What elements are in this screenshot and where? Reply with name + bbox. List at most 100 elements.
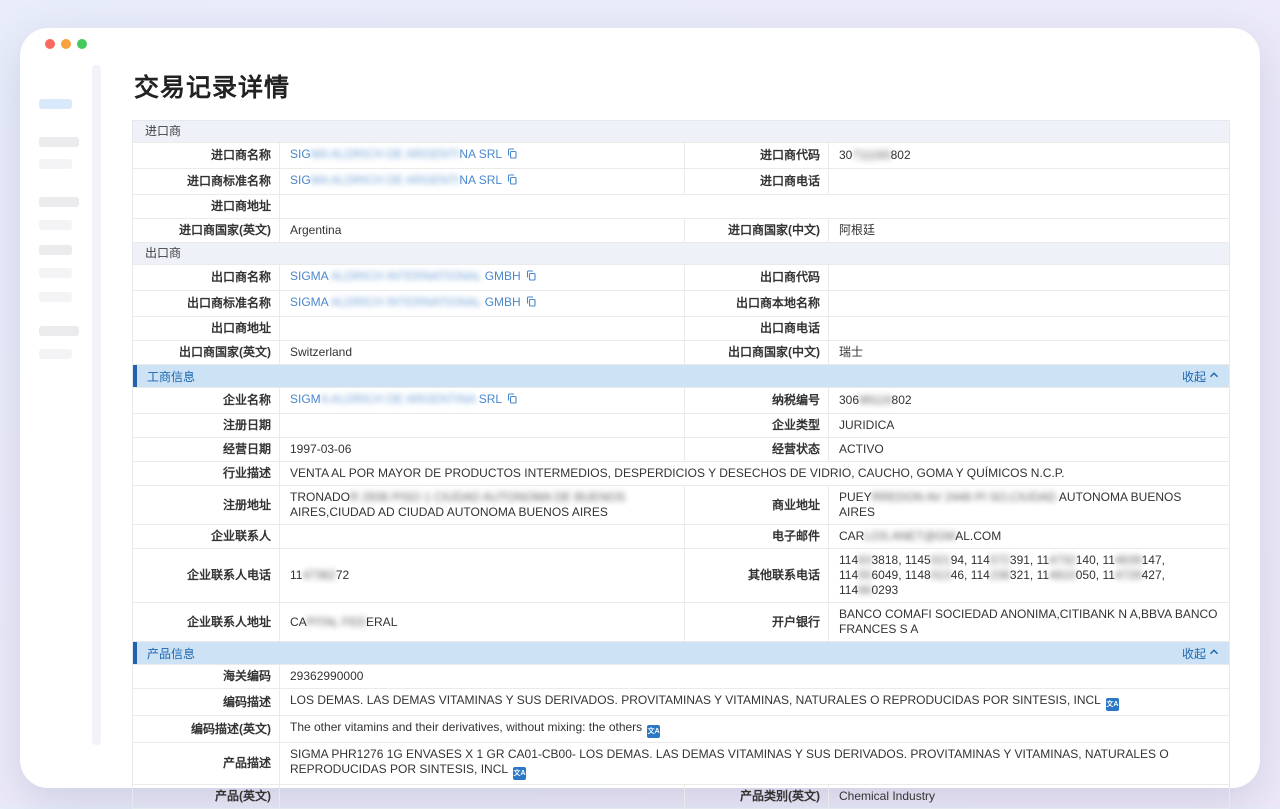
sidebar-placeholder-bar	[39, 268, 72, 278]
field-value: 114633818, 114502194, 114572391, 1147321…	[828, 549, 1229, 602]
redacted-text: LOS.ANET@GM	[864, 529, 955, 543]
field-value-text: 114633818, 114502194, 114572391, 1147321…	[839, 553, 1219, 598]
field-value-text: 1997-03-06	[290, 442, 351, 457]
value-part: TRONADO	[290, 490, 350, 504]
page-title: 交易记录详情	[134, 68, 1230, 104]
redacted-text: ALDRICH INTERNATIONAL	[328, 295, 481, 309]
redacted-text: MA ALDRICH DE ARGENTI	[311, 147, 460, 161]
field-label: 编码描述	[133, 689, 279, 715]
field-label-text: 注册地址	[223, 498, 271, 513]
value-part: 391, 11	[1010, 553, 1049, 567]
copy-icon[interactable]	[506, 147, 518, 164]
value-part: SIGM	[290, 392, 321, 406]
redacted-text: 711193	[852, 148, 890, 162]
value-part: 140, 11	[1076, 553, 1115, 567]
field-label: 注册日期	[133, 414, 279, 437]
table-row: 企业联系人地址CAPITAL FEDERAL开户银行BANCO COMAFI S…	[133, 602, 1229, 641]
field-label-text: 企业联系人地址	[187, 615, 271, 630]
value-part: SIGMA PHR1276 1G ENVASES X 1 GR CA01-CB0…	[290, 747, 1169, 776]
field-label-text: 电子邮件	[772, 529, 820, 544]
value-part: BANCO COMAFI SOCIEDAD ANONIMA,CITIBANK N…	[839, 607, 1218, 636]
sidebar-placeholder-bar	[39, 99, 72, 109]
field-value-text: Chemical Industry	[839, 789, 935, 804]
field-label: 行业描述	[133, 462, 279, 485]
redacted-text: 021	[931, 553, 951, 567]
collapse-button[interactable]: 收起	[1172, 365, 1229, 387]
field-label: 其他联系电话	[684, 549, 828, 602]
field-label-text: 编码描述	[223, 695, 271, 710]
field-label-text: 产品类别(英文)	[740, 789, 820, 804]
table-row: 注册地址 TRONADOR 2936 PISO 1 CIUDAD AUTONOMA…	[133, 485, 1229, 524]
field-label: 企业联系人	[133, 525, 279, 548]
redacted-text: 572	[990, 553, 1010, 567]
field-value: PUEYRREDON AV 2446 PI SO,CIUDAD AUTONOMA…	[828, 486, 1229, 524]
field-label: 商业地址	[684, 486, 828, 524]
field-value-text: VENTA AL POR MAYOR DE PRODUCTOS INTERMED…	[290, 466, 1065, 481]
value-part: 30	[839, 148, 852, 162]
copy-icon[interactable]	[525, 295, 537, 312]
redacted-text: PITAL FED	[307, 615, 366, 629]
value-part: 321, 11	[1010, 568, 1049, 582]
field-value: 30699119802	[828, 388, 1229, 413]
table-row: 进口商地址	[133, 194, 1229, 218]
company-link[interactable]: SIGMA ALDRICH DE ARGENTINA SRL	[290, 392, 518, 406]
field-label: 出口商代码	[684, 265, 828, 290]
table-row: 出口商国家(英文)Switzerland出口商国家(中文)瑞士	[133, 340, 1229, 364]
field-value-text: 30711193802	[839, 148, 911, 163]
section-title: 产品信息	[137, 642, 195, 664]
field-label-text: 企业类型	[772, 418, 820, 433]
field-value-text: 瑞士	[839, 345, 863, 360]
translate-icon[interactable]: 文A	[647, 725, 660, 738]
field-value-text: TRONADOR 2936 PISO 1 CIUDAD AUTONOMA DE …	[290, 490, 674, 520]
field-value	[279, 525, 684, 548]
field-label: 纳税编号	[684, 388, 828, 413]
translate-icon[interactable]: 文A	[1106, 698, 1119, 711]
value-part: 11	[290, 568, 302, 582]
field-label-text: 行业描述	[223, 466, 271, 481]
company-link[interactable]: SIGMA ALDRICH INTERNATIONAL GMBH	[290, 295, 537, 309]
value-part: 瑞士	[839, 345, 863, 359]
value-part: 6049, 1148	[872, 568, 931, 582]
table-row: 企业名称 SIGMA ALDRICH DE ARGENTINA SRL 纳税编号30…	[133, 387, 1229, 413]
field-value-text: PUEYRREDON AV 2446 PI SO,CIUDAD AUTONOMA…	[839, 490, 1219, 520]
value-part: 802	[891, 148, 911, 162]
copy-icon[interactable]	[506, 392, 518, 409]
field-label-text: 企业名称	[223, 393, 271, 408]
value-part: 94, 114	[951, 553, 990, 567]
field-value-text: CARLOS.ANET@GMAL.COM	[839, 529, 1001, 544]
translate-icon[interactable]: 文A	[513, 767, 526, 780]
field-value-text: SIGMA PHR1276 1G ENVASES X 1 GR CA01-CB0…	[290, 747, 1219, 780]
copy-icon[interactable]	[525, 269, 537, 286]
field-value	[279, 195, 1229, 218]
value-part: SRL	[479, 392, 502, 406]
field-value-text: 29362990000	[290, 669, 363, 684]
sidebar-placeholder-bar	[39, 159, 72, 169]
field-value: 29362990000	[279, 665, 1229, 688]
company-link[interactable]: SIGMA ALDRICH INTERNATIONAL GMBH	[290, 269, 537, 283]
redacted-text: 55	[858, 568, 871, 582]
field-label-text: 商业地址	[772, 498, 820, 513]
copy-icon[interactable]	[506, 173, 518, 190]
company-link[interactable]: SIGMA ALDRICH DE ARGENTINA SRL	[290, 173, 518, 187]
field-value-text: SIGMA ALDRICH DE ARGENTINA SRL	[290, 173, 518, 190]
field-value	[828, 317, 1229, 340]
value-part: LOS DEMAS. LAS DEMAS VITAMINAS Y SUS DER…	[290, 693, 1101, 707]
table-row: 行业描述 VENTA AL POR MAYOR DE PRODUCTOS INTE…	[133, 461, 1229, 485]
table-row: 产品描述SIGMA PHR1276 1G ENVASES X 1 GR CA01…	[133, 742, 1229, 784]
collapse-button[interactable]: 收起	[1172, 642, 1229, 664]
value-part: CAR	[839, 529, 864, 543]
section-header-business: 工商信息收起	[133, 364, 1229, 387]
value-part: SIG	[290, 173, 311, 187]
value-part: ACTIVO	[839, 442, 884, 456]
field-value: SIGMA ALDRICH INTERNATIONAL GMBH	[279, 291, 684, 316]
app-window: 交易记录详情 进口商进口商名称SIGMA ALDRICH DE ARGENTIN…	[20, 28, 1260, 788]
value-part: NA SRL	[459, 147, 502, 161]
field-label-text: 进口商名称	[211, 148, 271, 163]
field-label: 进口商名称	[133, 143, 279, 168]
table-row: 出口商名称SIGMA ALDRICH INTERNATIONAL GMBH出口商…	[133, 264, 1229, 290]
field-label: 企业名称	[133, 388, 279, 413]
field-value-text: 114736272	[290, 568, 349, 583]
field-value: CARLOS.ANET@GMAL.COM	[828, 525, 1229, 548]
company-link[interactable]: SIGMA ALDRICH DE ARGENTINA SRL	[290, 147, 518, 161]
value-part: CA	[290, 615, 307, 629]
